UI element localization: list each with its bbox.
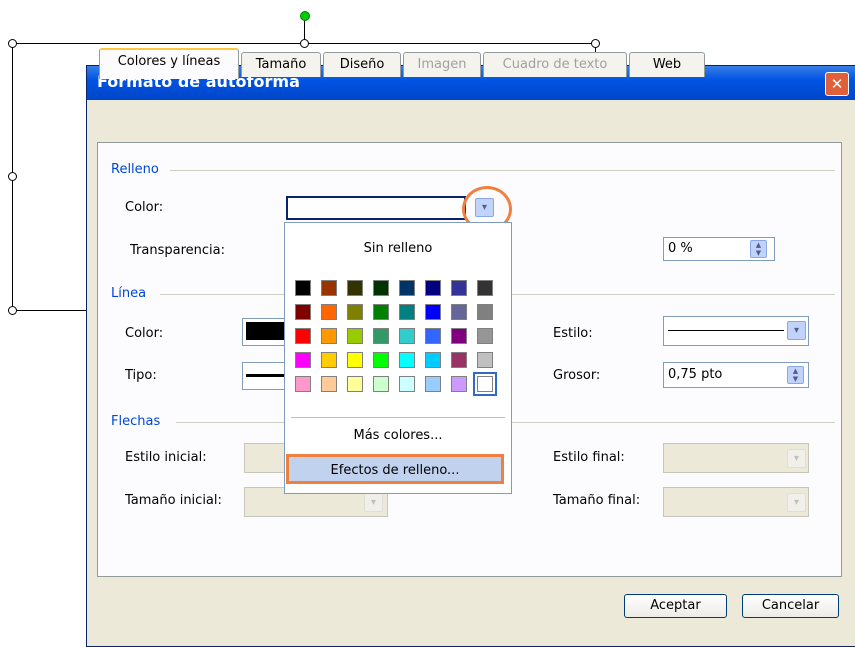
resize-handle-left[interactable] (8, 172, 17, 181)
color-swatch[interactable] (321, 328, 337, 344)
line-type-dropdown[interactable] (242, 362, 289, 390)
color-swatch[interactable] (347, 280, 363, 296)
line-type-label: Tipo: (125, 368, 157, 383)
rotation-handle[interactable] (300, 11, 310, 21)
color-swatch[interactable] (347, 304, 363, 320)
color-swatch[interactable] (321, 304, 337, 320)
color-swatch[interactable] (399, 280, 415, 296)
start-style-dropdown (244, 443, 288, 473)
color-swatch[interactable] (399, 352, 415, 368)
color-swatch[interactable] (477, 352, 493, 368)
group-linea: Línea (111, 286, 147, 301)
color-swatch[interactable] (425, 376, 441, 392)
color-palette (294, 279, 504, 409)
color-swatch[interactable] (373, 352, 389, 368)
color-swatch[interactable] (425, 352, 441, 368)
fill-color-label: Color: (125, 200, 164, 215)
tab-diseno[interactable]: Diseño (323, 52, 401, 77)
color-swatch[interactable] (451, 328, 467, 344)
tab-colores-y-lineas[interactable]: Colores y líneas (99, 48, 239, 79)
color-swatch[interactable] (373, 304, 389, 320)
line-weight-value: 0,75 pto (668, 367, 723, 382)
color-swatch[interactable] (451, 352, 467, 368)
line-style-label: Estilo: (553, 326, 593, 341)
line-weight-label: Grosor: (553, 368, 601, 383)
fill-color-dropdown[interactable] (286, 196, 466, 220)
color-swatch[interactable] (425, 304, 441, 320)
color-swatch[interactable] (473, 372, 497, 396)
resize-handle-top-left[interactable] (8, 39, 17, 48)
resize-handle-bottom-left[interactable] (8, 306, 17, 315)
color-swatch[interactable] (477, 304, 493, 320)
color-swatch[interactable] (295, 280, 311, 296)
close-icon[interactable]: ✕ (825, 72, 849, 96)
ok-button[interactable]: Aceptar (624, 594, 727, 618)
group-flechas: Flechas (111, 414, 161, 429)
color-swatch[interactable] (425, 280, 441, 296)
color-swatch[interactable] (451, 304, 467, 320)
start-size-label: Tamaño inicial: (125, 493, 222, 508)
line-weight-spinner[interactable]: ▲ ▼ (787, 366, 804, 384)
cancel-button[interactable]: Cancelar (742, 594, 839, 618)
group-relleno: Relleno (111, 162, 159, 177)
color-swatch[interactable] (373, 376, 389, 392)
color-swatch[interactable] (451, 376, 467, 392)
fill-effects-option[interactable]: Efectos de relleno... (286, 454, 504, 484)
color-swatch[interactable] (477, 280, 493, 296)
color-swatch[interactable] (451, 280, 467, 296)
color-swatch[interactable] (321, 352, 337, 368)
no-fill-option[interactable]: Sin relleno (285, 241, 511, 256)
color-swatch[interactable] (373, 280, 389, 296)
end-size-dropdown-button: ▾ (787, 493, 806, 512)
resize-handle-top-right[interactable] (591, 39, 600, 48)
line-style-dropdown-button[interactable]: ▾ (787, 321, 806, 340)
tab-web[interactable]: Web (629, 52, 705, 77)
color-swatch[interactable] (477, 328, 493, 344)
tab-imagen: Imagen (403, 52, 481, 77)
color-swatch[interactable] (295, 352, 311, 368)
color-swatch[interactable] (373, 328, 389, 344)
color-picker-popup: Sin relleno Más colores... Efectos de re… (284, 222, 512, 494)
color-swatch[interactable] (295, 376, 311, 392)
end-style-dropdown-button: ▾ (787, 449, 806, 468)
transparency-label: Transparencia: (130, 243, 225, 258)
end-style-label: Estilo final: (553, 450, 625, 465)
resize-handle-top[interactable] (300, 39, 309, 48)
start-style-label: Estilo inicial: (125, 450, 207, 465)
line-color-dropdown[interactable] (242, 318, 289, 346)
transparency-value: 0 % (668, 241, 693, 256)
end-size-label: Tamaño final: (553, 493, 641, 508)
color-swatch[interactable] (399, 304, 415, 320)
start-size-dropdown-button: ▾ (364, 493, 383, 512)
color-swatch[interactable] (295, 328, 311, 344)
color-swatch[interactable] (347, 376, 363, 392)
transparency-spinner[interactable]: ▲ ▼ (750, 240, 767, 258)
color-swatch[interactable] (399, 328, 415, 344)
color-swatch[interactable] (425, 328, 441, 344)
color-swatch[interactable] (321, 280, 337, 296)
color-swatch[interactable] (321, 376, 337, 392)
color-swatch[interactable] (347, 328, 363, 344)
line-color-label: Color: (125, 326, 164, 341)
color-swatch[interactable] (347, 352, 363, 368)
color-swatch[interactable] (295, 304, 311, 320)
more-colors-option[interactable]: Más colores... (285, 428, 511, 443)
tab-cuadro-de-texto: Cuadro de texto (483, 52, 627, 77)
color-swatch[interactable] (399, 376, 415, 392)
tab-tamano[interactable]: Tamaño (241, 52, 321, 77)
